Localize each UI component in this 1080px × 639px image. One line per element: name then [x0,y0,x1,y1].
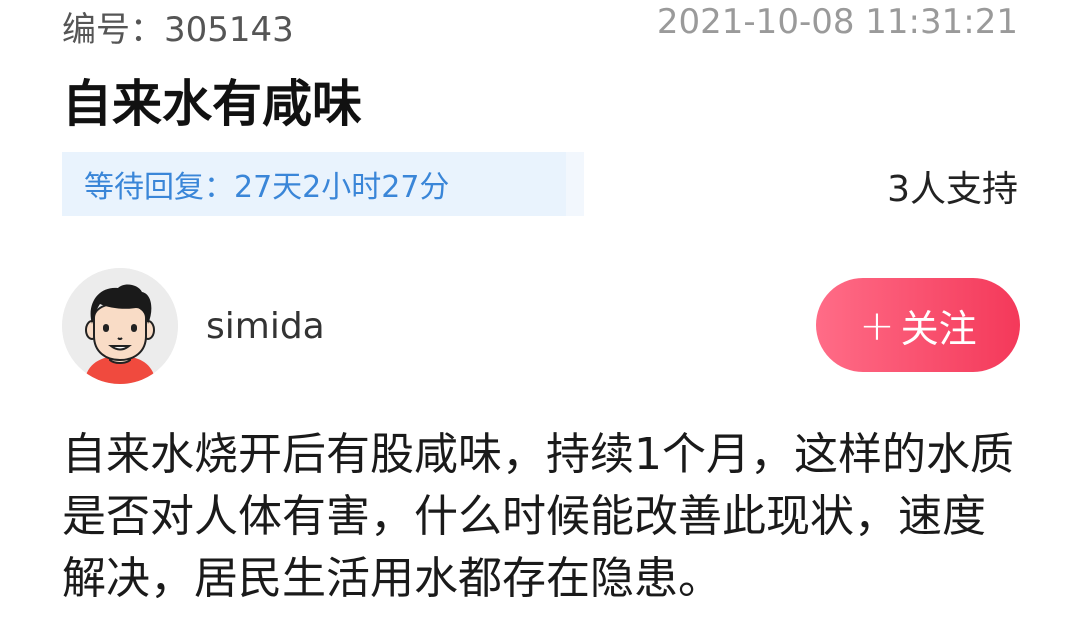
plus-icon: + [859,300,895,350]
wait-reply-label: 等待回复： [84,170,234,205]
follow-button[interactable]: + 关注 [816,278,1020,372]
post-id-value: 305143 [164,10,294,50]
username[interactable]: simida [206,306,325,347]
post-title: 自来水有咸味 [62,75,362,133]
follow-button-label: 关注 [900,306,977,351]
post-timestamp: 2021-10-08 11:31:21 [656,2,1018,42]
post-id: 编号：305143 [62,2,294,51]
avatar[interactable] [62,268,178,384]
post-content: 自来水烧开后有股咸味，持续1个月，这样的水质是否对人体有害，什么时候能改善此现状… [62,429,1014,604]
cartoon-man-avatar-icon [62,268,178,384]
support-count: 3人支持 [887,169,1018,210]
wait-reply-badge: 等待回复： 27天2小时27分 [62,152,584,216]
post-id-label: 编号： [62,10,164,50]
wait-reply-value: 27天2小时27分 [234,170,450,205]
